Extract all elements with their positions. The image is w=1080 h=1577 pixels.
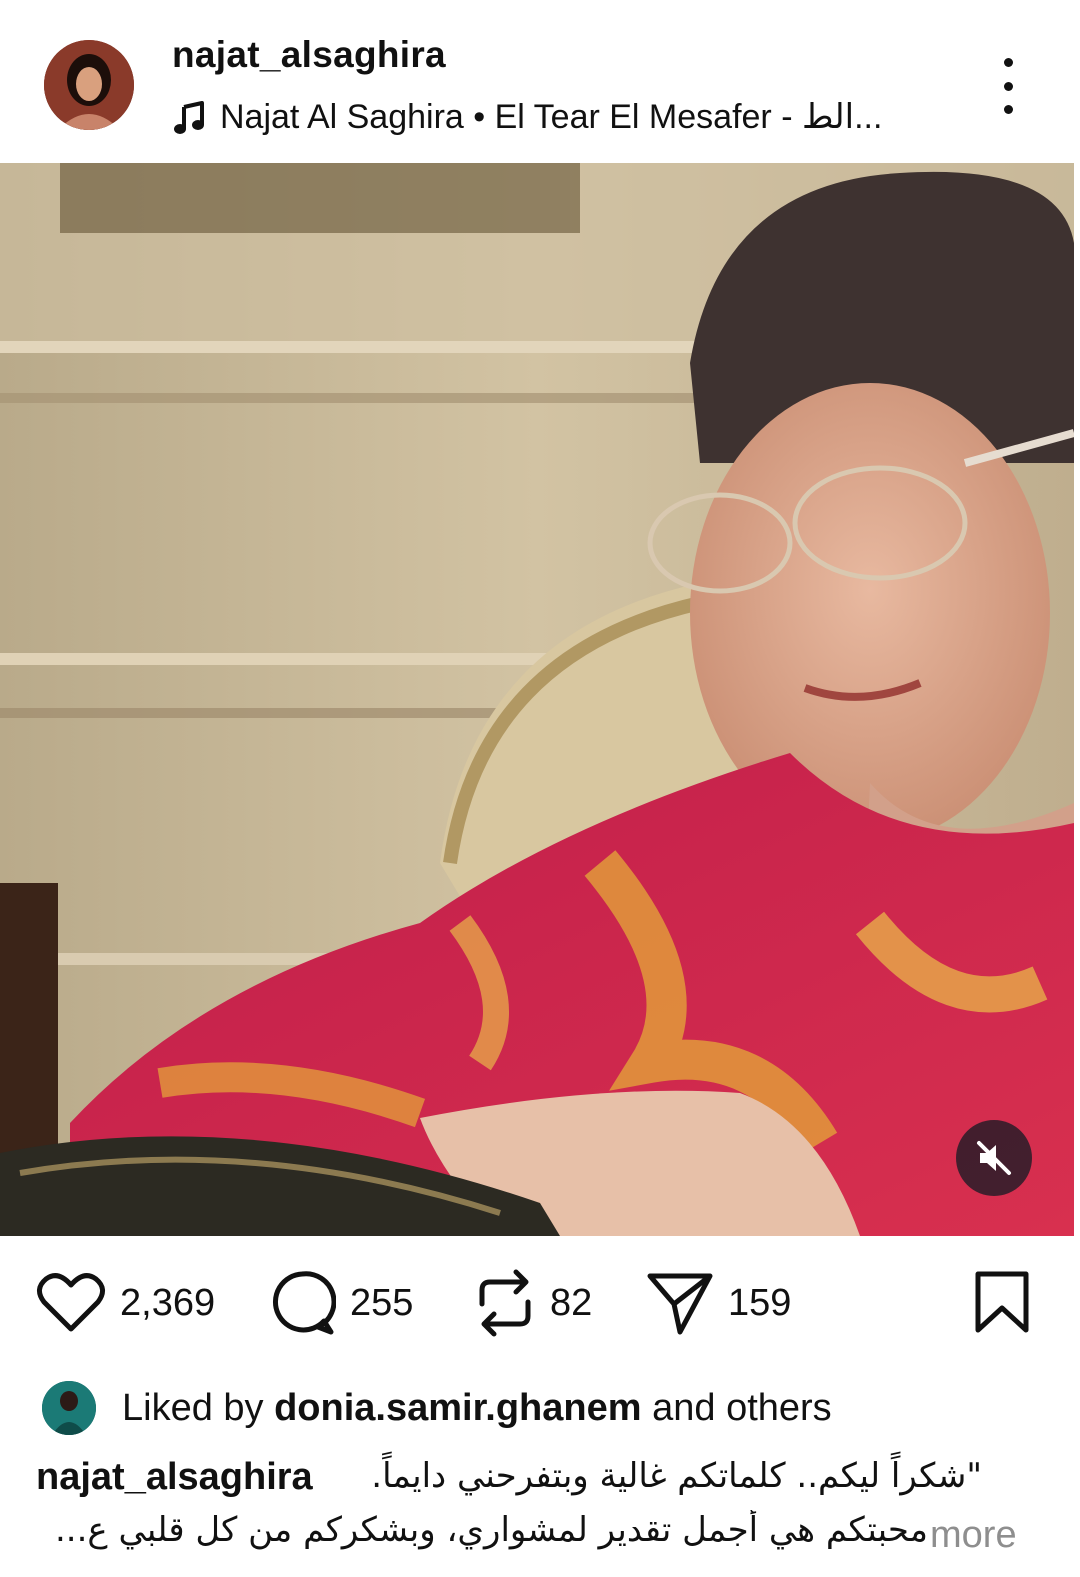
liked-by-username[interactable]: donia.samir.ghanem <box>274 1387 641 1429</box>
caption-username[interactable]: najat_alsaghira <box>36 1456 313 1499</box>
profile-avatar[interactable] <box>44 40 134 130</box>
share-action[interactable]: 159 <box>646 1268 791 1338</box>
send-icon[interactable] <box>646 1270 714 1336</box>
post-photo <box>0 163 1074 1236</box>
mute-toggle-button[interactable] <box>956 1120 1032 1196</box>
liked-by-avatar-image <box>42 1381 96 1435</box>
like-count[interactable]: 2,369 <box>120 1282 215 1325</box>
music-note-icon <box>174 101 204 134</box>
muted-speaker-icon <box>977 1141 1011 1175</box>
caption-text-line-2: محبتكم هي أجمل تقدير لمشواري، وبشكركم من… <box>55 1510 928 1550</box>
liked-by-avatar[interactable] <box>42 1381 96 1435</box>
post-actions-bar: 2,369 255 82 159 <box>0 1236 1080 1376</box>
post-media[interactable] <box>0 163 1074 1236</box>
liked-by-text: Liked by donia.samir.ghanem and others <box>122 1387 832 1430</box>
like-action[interactable]: 2,369 <box>36 1268 215 1338</box>
repost-count[interactable]: 82 <box>550 1282 592 1325</box>
more-options-button[interactable] <box>990 58 1026 114</box>
liked-by-row[interactable]: Liked by donia.samir.ghanem and others <box>42 1381 832 1435</box>
repost-icon[interactable] <box>474 1268 536 1338</box>
liked-by-suffix: and others <box>641 1386 832 1429</box>
heart-icon[interactable] <box>36 1271 106 1335</box>
comment-action[interactable]: 255 <box>268 1268 413 1338</box>
profile-avatar-image <box>44 40 134 130</box>
caption-text-line-1: "شكراً ليكم.. كلماتكم غالية وبتفرحني داي… <box>371 1456 982 1496</box>
caption-more-link[interactable]: more <box>930 1514 1017 1557</box>
music-attribution[interactable]: Najat Al Saghira • El Tear El Mesafer - … <box>172 95 882 139</box>
post-username[interactable]: najat_alsaghira <box>172 34 446 76</box>
post-header: najat_alsaghira Najat Al Saghira • El Te… <box>0 0 1080 163</box>
more-vertical-icon <box>1003 58 1013 67</box>
music-track-label: Najat Al Saghira • El Tear El Mesafer - … <box>220 98 883 136</box>
comment-count[interactable]: 255 <box>350 1282 413 1325</box>
repost-action[interactable]: 82 <box>474 1268 592 1338</box>
comment-icon[interactable] <box>268 1269 336 1337</box>
bookmark-icon <box>975 1271 1029 1333</box>
liked-by-prefix: Liked by <box>122 1386 275 1429</box>
share-count[interactable]: 159 <box>728 1282 791 1325</box>
save-button[interactable] <box>972 1270 1032 1339</box>
